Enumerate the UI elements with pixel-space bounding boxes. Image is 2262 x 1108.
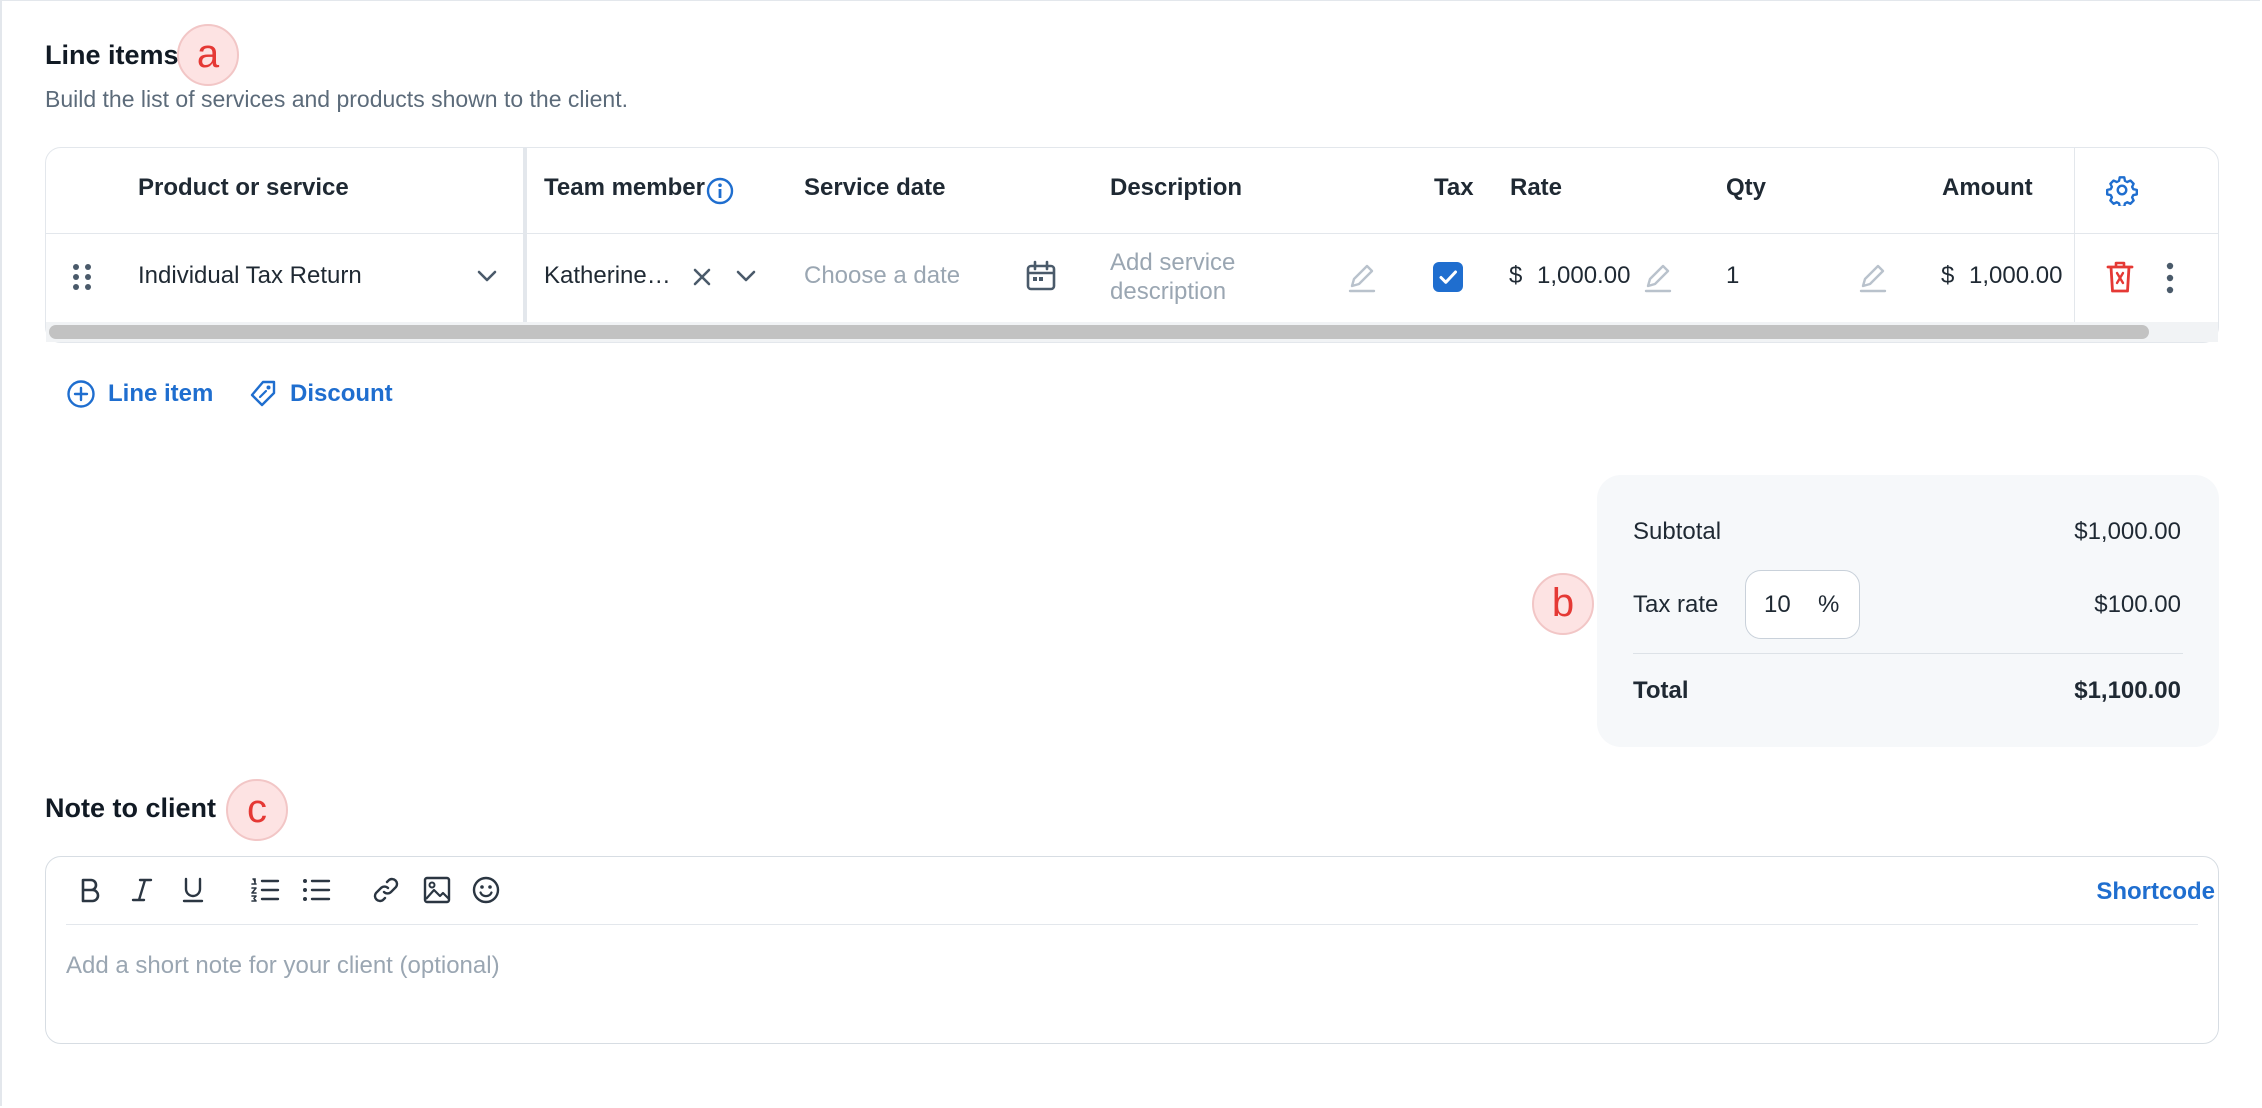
- tax-checkbox[interactable]: [1433, 262, 1463, 292]
- annotation-badge-a: a: [177, 24, 239, 86]
- emoji-icon: [472, 876, 500, 904]
- qty-input[interactable]: 1: [1726, 262, 1739, 290]
- checkmark-icon: [1439, 270, 1457, 284]
- qty-edit-pencil-icon[interactable]: [1857, 262, 1889, 294]
- rate-edit-pencil-icon[interactable]: [1642, 262, 1674, 294]
- ordered-list-icon: [251, 878, 280, 902]
- tag-icon: [250, 380, 276, 407]
- underline-icon: [182, 877, 204, 903]
- column-header-rate[interactable]: Rate: [1510, 174, 1562, 202]
- drag-handle-icon[interactable]: [70, 262, 94, 292]
- column-header-description[interactable]: Description: [1110, 174, 1242, 202]
- shortcode-button[interactable]: Shortcode: [2096, 878, 2215, 906]
- tax-value: $100.00: [2094, 591, 2181, 618]
- description-input[interactable]: Add service description: [1110, 248, 1235, 306]
- team-member-chevron-down-icon[interactable]: [733, 265, 759, 287]
- column-header-amount[interactable]: Amount: [1942, 174, 2033, 202]
- column-header-service-date[interactable]: Service date: [804, 174, 945, 202]
- line-items-subtitle: Build the list of services and products …: [45, 86, 628, 112]
- tax-rate-label: Tax rate: [1633, 591, 1719, 618]
- totals-divider: [1633, 653, 2183, 654]
- rate-input[interactable]: 1,000.00: [1537, 262, 1630, 290]
- italic-button[interactable]: [124, 872, 160, 908]
- bullet-list-icon: [303, 879, 331, 901]
- insert-emoji-button[interactable]: [468, 872, 504, 908]
- frozen-column-divider[interactable]: [523, 148, 527, 322]
- tax-rate-input[interactable]: 10: [1764, 591, 1791, 619]
- description-edit-pencil-icon[interactable]: [1346, 262, 1378, 294]
- plus-circle-icon: [67, 380, 95, 408]
- image-icon: [423, 876, 451, 904]
- add-discount-label: Discount: [290, 380, 393, 407]
- amount-value: 1,000.00: [1969, 262, 2063, 289]
- horizontal-scrollbar-thumb[interactable]: [49, 325, 2149, 339]
- underline-button[interactable]: [175, 872, 211, 908]
- insert-image-button[interactable]: [419, 872, 455, 908]
- line-items-title: Line items: [45, 40, 179, 70]
- column-header-product[interactable]: Product or service: [138, 174, 349, 202]
- insert-link-button[interactable]: [368, 872, 404, 908]
- row-more-options-icon[interactable]: [2164, 262, 2176, 294]
- actions-column-divider: [2074, 148, 2075, 322]
- subtotal-value: $1,000.00: [2074, 518, 2181, 545]
- total-value: $1,100.00: [2074, 677, 2181, 704]
- tax-rate-percent-suffix: %: [1818, 591, 1840, 618]
- product-chevron-down-icon[interactable]: [474, 265, 500, 287]
- description-placeholder-line2: description: [1110, 278, 1227, 305]
- column-header-team-member[interactable]: Team member: [544, 174, 705, 202]
- subtotal-label: Subtotal: [1633, 518, 1722, 545]
- team-member-select-value[interactable]: Katherine…: [544, 262, 671, 290]
- bold-icon: [81, 878, 100, 903]
- tax-rate-input-box[interactable]: [1745, 570, 1860, 639]
- link-icon: [373, 877, 399, 903]
- add-discount-button[interactable]: Discount: [248, 379, 393, 409]
- rate-currency-symbol: $: [1509, 262, 1523, 289]
- clear-team-member-close-icon[interactable]: [690, 265, 714, 289]
- calendar-icon[interactable]: [1025, 260, 1057, 292]
- add-line-item-button[interactable]: Line item: [66, 379, 213, 409]
- column-settings-gear-icon[interactable]: [2106, 174, 2138, 206]
- table-header-divider: [46, 233, 2218, 234]
- annotation-badge-c: c: [226, 779, 288, 841]
- note-title: Note to client: [45, 793, 217, 823]
- editor-toolbar-divider: [66, 924, 2198, 925]
- total-label: Total: [1633, 677, 1689, 704]
- ordered-list-button[interactable]: [247, 872, 283, 908]
- column-header-tax[interactable]: Tax: [1434, 174, 1474, 202]
- bullet-list-button[interactable]: [298, 872, 334, 908]
- description-placeholder-line1: Add service: [1110, 249, 1236, 276]
- annotation-badge-b: b: [1532, 573, 1594, 635]
- add-line-item-label: Line item: [108, 380, 214, 407]
- bold-button[interactable]: [72, 872, 108, 908]
- info-icon[interactable]: [706, 177, 734, 205]
- product-select-value[interactable]: Individual Tax Return: [138, 262, 362, 290]
- note-textarea[interactable]: Add a short note for your client (option…: [66, 952, 500, 980]
- amount-currency-symbol: $: [1941, 262, 1955, 289]
- delete-line-trash-icon[interactable]: [2104, 260, 2136, 294]
- column-header-qty[interactable]: Qty: [1726, 174, 1766, 202]
- italic-icon: [131, 878, 153, 902]
- service-date-input[interactable]: Choose a date: [804, 262, 960, 290]
